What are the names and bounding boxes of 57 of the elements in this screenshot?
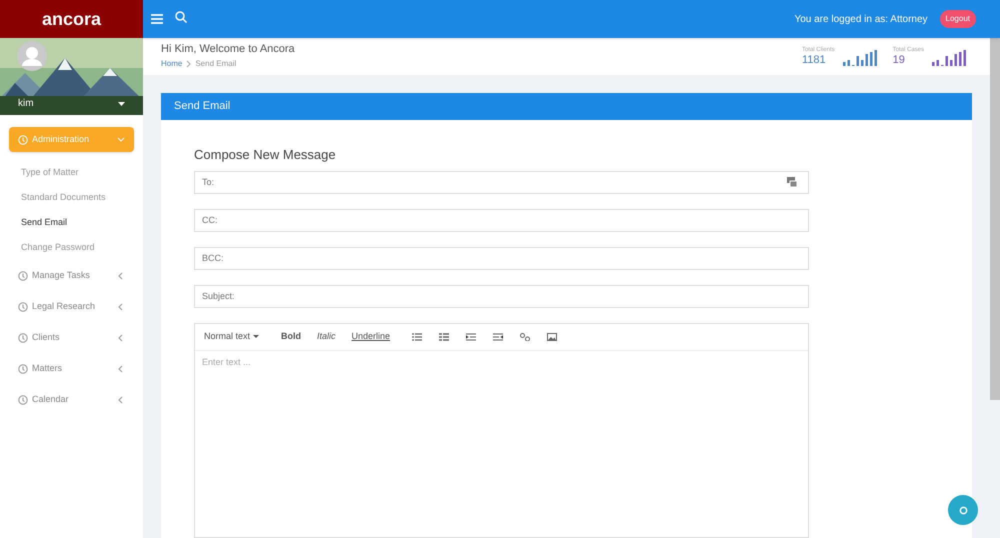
chevron-left-icon xyxy=(117,364,125,372)
login-status: You are logged in as: Attorney xyxy=(794,12,928,26)
chevron-down-icon xyxy=(117,136,125,144)
breadcrumb-link[interactable]: Send Email xyxy=(195,58,236,70)
italic-button[interactable]: Italic xyxy=(317,330,336,344)
user-name[interactable]: kim xyxy=(18,96,34,111)
stat-value: 1181 xyxy=(802,54,827,66)
submenu-link[interactable]: Type of Matter xyxy=(0,160,143,185)
editor-placeholder: Enter text ... xyxy=(201,356,252,368)
search-icon[interactable] xyxy=(175,11,187,23)
submenu-link[interactable]: Standard Documents xyxy=(0,185,143,210)
image-icon[interactable] xyxy=(547,332,558,340)
input-field[interactable]: To: xyxy=(194,170,809,194)
nav-item[interactable]: Administration xyxy=(9,127,134,152)
input-field[interactable]: Subject: xyxy=(194,284,809,308)
indent-icon[interactable] xyxy=(493,332,504,340)
submenu-link[interactable]: Send Email xyxy=(0,210,143,235)
nav-item[interactable]: Legal Research xyxy=(9,291,134,322)
contacts-icon[interactable] xyxy=(787,176,797,186)
clock-icon xyxy=(18,332,28,342)
clock-icon xyxy=(18,364,28,374)
breadcrumb-link[interactable]: Home xyxy=(161,58,182,70)
avatar-icon xyxy=(17,41,47,71)
clock-icon xyxy=(18,302,28,312)
card-title: Send Email xyxy=(174,99,230,114)
nav-item[interactable]: Calendar xyxy=(9,384,134,415)
nav-item[interactable]: Manage Tasks xyxy=(9,260,134,291)
chevron-right-icon xyxy=(186,60,192,68)
chevron-left-icon xyxy=(117,334,125,342)
bullet-list-icon[interactable] xyxy=(412,332,422,340)
logout-button[interactable]: Logout xyxy=(940,10,976,28)
submenu-link[interactable]: Change Password xyxy=(0,235,143,260)
clock-icon xyxy=(18,134,28,144)
page-title: Hi Kim, Welcome to Ancora xyxy=(161,43,295,56)
numbered-list-icon[interactable] xyxy=(439,332,450,340)
link-icon[interactable] xyxy=(520,332,530,340)
input-field[interactable]: CC: xyxy=(194,208,809,232)
chevron-left-icon xyxy=(117,272,125,280)
brand-logo[interactable]: ancora xyxy=(42,6,102,32)
clock-icon xyxy=(18,394,28,404)
caret-icon xyxy=(253,335,260,338)
clock-icon xyxy=(18,270,28,280)
settings-icon xyxy=(958,506,968,514)
nav-item[interactable]: Matters xyxy=(9,353,134,384)
chevron-left-icon xyxy=(117,396,125,404)
nav-item[interactable]: Clients xyxy=(9,322,134,353)
stat-value: 19 xyxy=(892,54,906,66)
outdent-icon[interactable] xyxy=(466,332,476,340)
scrollbar[interactable] xyxy=(990,38,1000,400)
format-dropdown[interactable]: Normal text xyxy=(204,330,260,344)
compose-heading: Compose New Message xyxy=(194,146,337,164)
text-editor[interactable]: Normal text Bold Italic Underline Enter text ... xyxy=(194,322,809,538)
menu-icon[interactable] xyxy=(151,14,163,24)
underline-button[interactable]: Underline xyxy=(352,330,390,344)
input-field[interactable]: BCC: xyxy=(194,246,809,270)
chevron-left-icon xyxy=(117,302,125,310)
bold-button[interactable]: Bold xyxy=(281,330,302,344)
